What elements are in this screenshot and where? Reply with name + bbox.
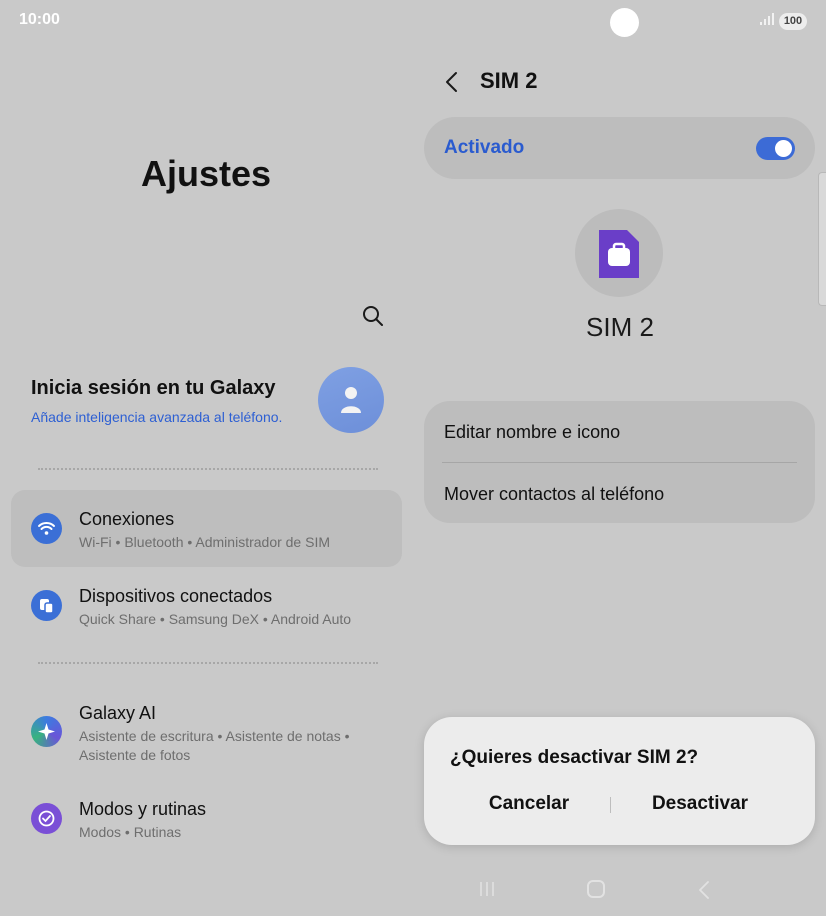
signal-icon [760,13,774,28]
settings-item-galaxy-ai[interactable]: Galaxy AI Asistente de escritura • Asist… [11,684,402,776]
deactivate-dialog: ¿Quieres desactivar SIM 2? Cancelar Desa… [424,717,815,845]
wifi-icon [31,513,62,544]
item-title: Modos y rutinas [79,799,207,819]
toggle-label: Activado [444,137,525,158]
dialog-title: ¿Quieres desactivar SIM 2? [450,747,699,768]
scrollbar[interactable] [818,172,826,306]
toggle-knob [775,140,792,157]
cancel-button[interactable]: Cancelar [454,793,604,815]
avatar[interactable] [318,367,384,433]
person-icon [341,387,361,413]
edit-name-icon-option[interactable]: Editar nombre e icono [444,422,620,443]
galaxy-ai-icon [31,716,62,747]
sim-name: SIM 2 [586,312,654,342]
sim-card-icon [599,230,639,278]
item-subtitle: Quick Share • Samsung DeX • Android Auto [79,611,352,627]
deactivate-button[interactable]: Desactivar [625,793,775,815]
divider [38,662,378,664]
dialog-button-divider [610,797,611,813]
status-time: 10:00 [19,11,60,28]
account-subtitle: Añade inteligencia avanzada al teléfono. [31,409,283,425]
back-arrow-icon[interactable] [441,70,463,94]
nav-back-icon[interactable] [697,880,711,900]
page-title: Ajustes [140,153,272,194]
sim-header-title: SIM 2 [480,68,538,93]
modes-routines-icon [31,803,62,834]
connected-devices-icon [31,590,62,621]
divider [38,468,378,470]
move-contacts-option[interactable]: Mover contactos al teléfono [444,484,664,505]
item-title: Dispositivos conectados [79,586,273,606]
item-subtitle: Modos • Rutinas [79,824,182,840]
search-icon[interactable] [361,304,385,328]
account-title[interactable]: Inicia sesión en tu Galaxy [31,377,276,400]
item-title: Conexiones [79,509,175,529]
settings-item-dispositivos[interactable]: Dispositivos conectados Quick Share • Sa… [11,567,402,644]
settings-item-modos-rutinas[interactable]: Modos y rutinas Modos • Rutinas [11,780,402,850]
recent-apps-icon[interactable] [478,880,496,898]
activated-toggle[interactable] [756,137,795,160]
home-icon[interactable] [587,880,605,898]
divider [442,462,797,463]
sim-options-card: Editar nombre e icono Mover contactos al… [424,401,815,523]
activated-toggle-row[interactable]: Activado [424,117,815,179]
camera-cutout [610,8,639,37]
item-title: Galaxy AI [79,703,157,723]
settings-item-conexiones[interactable]: Conexiones Wi-Fi • Bluetooth • Administr… [11,490,402,567]
battery-indicator: 100 [779,13,807,30]
item-subtitle: Wi-Fi • Bluetooth • Administrador de SIM [79,534,331,550]
sim-icon-button[interactable] [575,209,663,297]
item-subtitle: Asistente de escritura • Asistente de no… [79,728,350,763]
